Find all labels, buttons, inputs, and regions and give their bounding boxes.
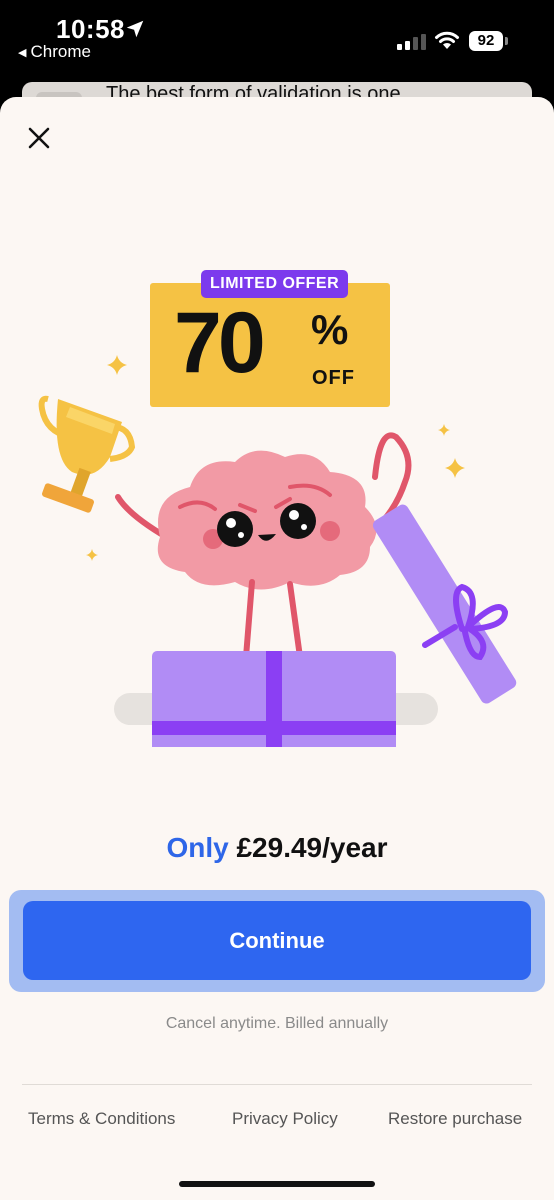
price-amount: £29.49/year	[236, 832, 388, 863]
battery-icon: 92	[469, 31, 503, 51]
back-triangle-icon: ◀	[18, 47, 27, 59]
privacy-link[interactable]: Privacy Policy	[232, 1109, 338, 1129]
sparkle-icon	[107, 355, 127, 375]
location-arrow-icon	[126, 20, 144, 38]
percent-sign: %	[311, 306, 349, 353]
back-app-label: Chrome	[30, 42, 91, 61]
terms-link[interactable]: Terms & Conditions	[28, 1109, 175, 1129]
signal-icon	[397, 34, 426, 50]
billing-note: Cancel anytime. Billed annually	[165, 1015, 389, 1032]
sparkle-icon	[438, 424, 450, 436]
discount-number: 70	[174, 295, 266, 391]
restore-purchase-link[interactable]: Restore purchase	[388, 1109, 522, 1129]
back-to-app-link[interactable]: ◀ Chrome	[18, 42, 91, 62]
sparkle-icon	[445, 458, 465, 478]
brain-character	[157, 450, 377, 590]
sparkle-icon	[86, 549, 98, 561]
status-bar: 10:58 ◀ Chrome 92	[0, 0, 554, 80]
off-label: OFF	[312, 367, 355, 389]
price-only-label: Only	[166, 832, 229, 863]
divider	[22, 1084, 532, 1085]
status-time: 10:58	[56, 14, 125, 44]
price-line: Only £29.49/year	[0, 832, 554, 864]
close-icon[interactable]	[22, 121, 56, 155]
wifi-icon	[435, 31, 459, 49]
battery-cap	[505, 37, 508, 45]
home-indicator[interactable]	[179, 1181, 375, 1187]
battery-level: 92	[477, 32, 495, 49]
continue-button[interactable]: Continue	[23, 901, 531, 980]
offer-sheet: LIMITED OFFER 70 % OFF Only £29.49/year …	[0, 97, 554, 1200]
